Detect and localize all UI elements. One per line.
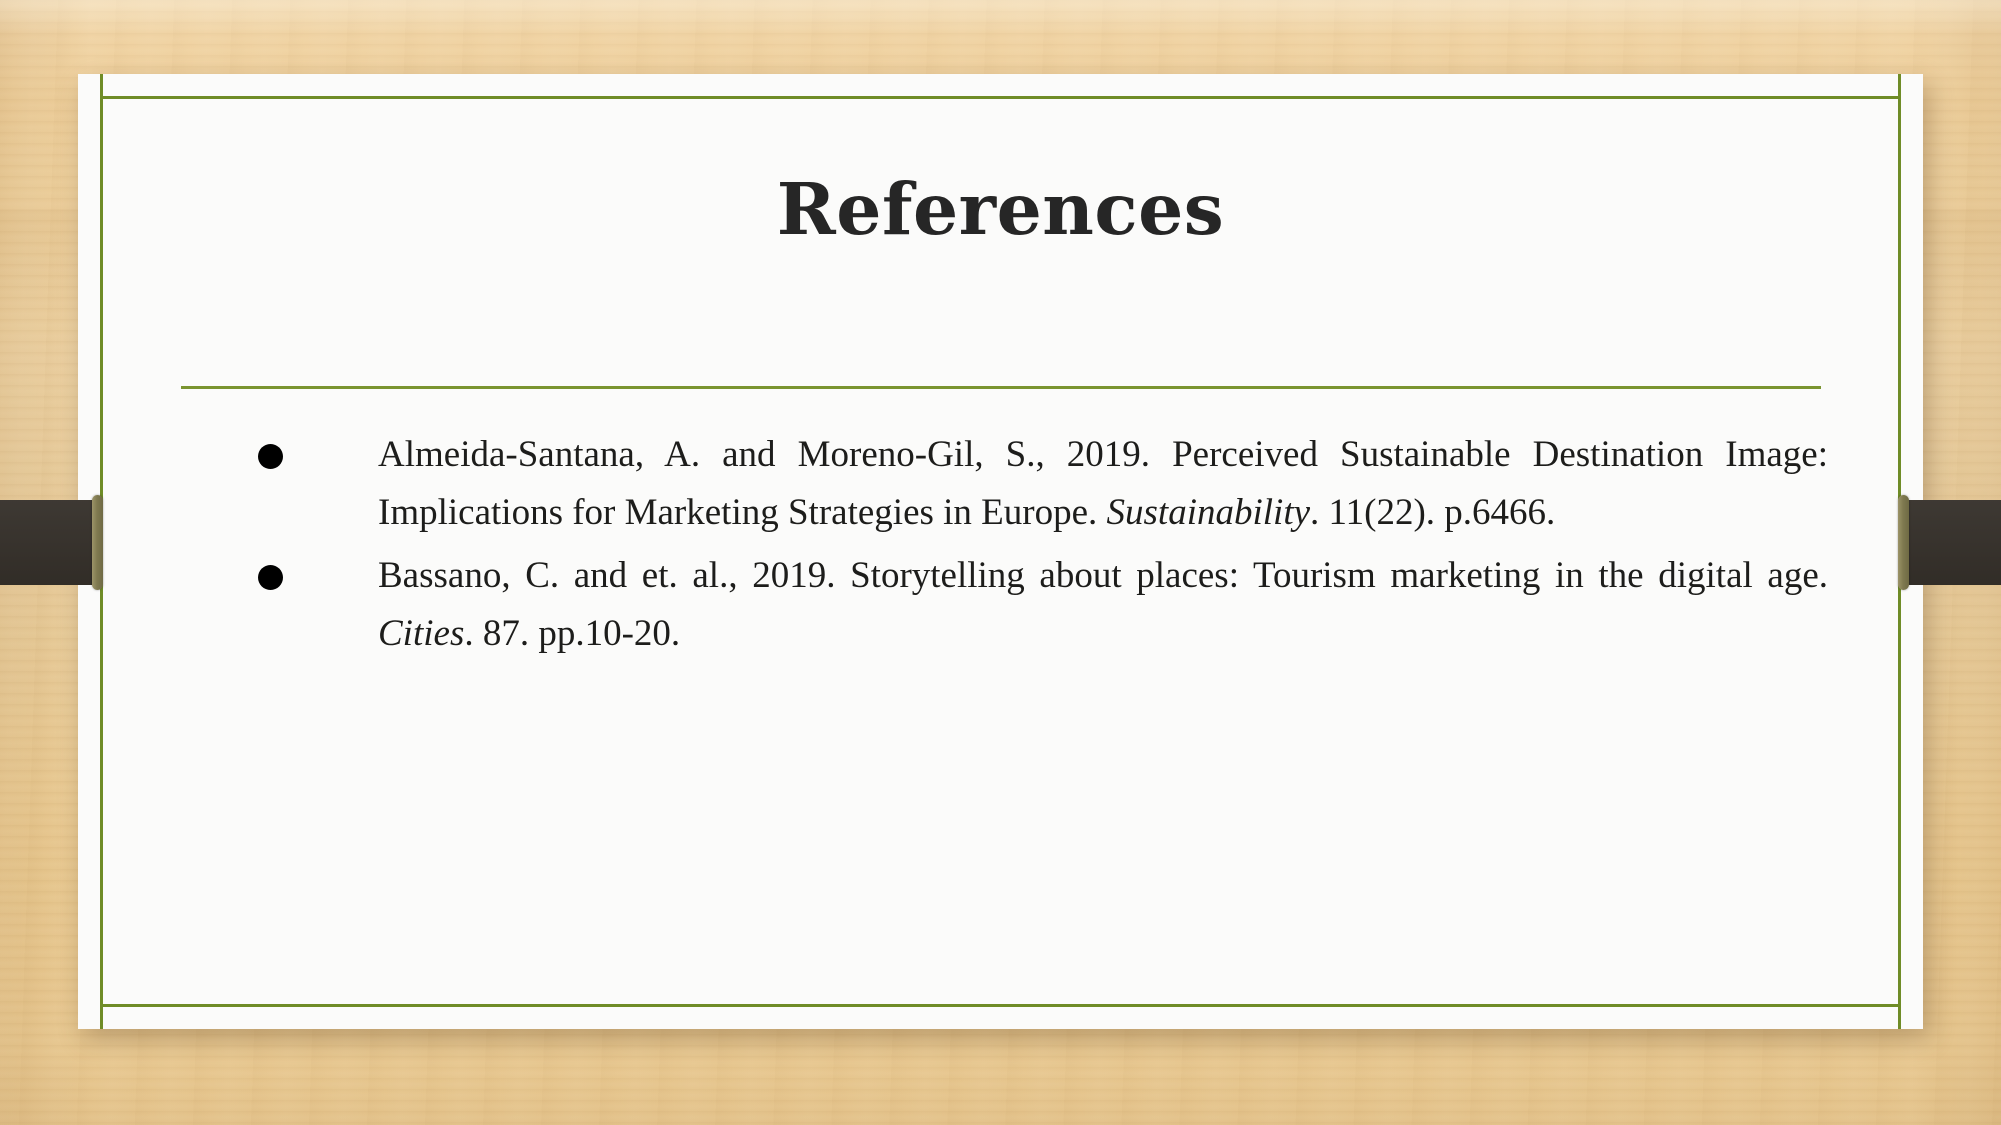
wood-grain-band-bottom bbox=[0, 1055, 2001, 1125]
slide-content: References Almeida-Santana, A. and Moren… bbox=[78, 74, 1923, 1029]
reference-text-part: . 87. pp.10-20. bbox=[464, 613, 681, 655]
reference-journal-title: Sustainability bbox=[1106, 492, 1311, 534]
list-item: Bassano, C. and et. al., 2019. Storytell… bbox=[178, 547, 1828, 664]
bullet-icon bbox=[258, 564, 283, 590]
ribbon-cap-left-icon bbox=[92, 495, 103, 590]
reference-text-part: . 11(22). p.6466. bbox=[1310, 492, 1556, 534]
bullet-icon bbox=[258, 444, 283, 469]
ribbon-tab-left bbox=[0, 495, 103, 590]
wood-grain-highlight-top bbox=[0, 0, 2001, 34]
list-item: Almeida-Santana, A. and Moreno-Gil, S., … bbox=[178, 426, 1828, 543]
reference-text-part: Almeida-Santana, A. and Moreno-Gil, S., … bbox=[378, 434, 1828, 534]
reference-text: Almeida-Santana, A. and Moreno-Gil, S., … bbox=[378, 434, 1828, 533]
ribbon-tab-right bbox=[1898, 495, 2001, 590]
reference-text: Bassano, C. and et. al., 2019. Storytell… bbox=[378, 555, 1828, 654]
title-divider bbox=[181, 386, 1821, 389]
presentation-slide: References Almeida-Santana, A. and Moren… bbox=[0, 0, 2001, 1125]
reference-list: Almeida-Santana, A. and Moreno-Gil, S., … bbox=[178, 426, 1828, 668]
page-title: References bbox=[776, 167, 1225, 251]
reference-journal-title: Cities bbox=[378, 613, 465, 655]
ribbon-cap-right-icon bbox=[1898, 495, 1909, 590]
reference-text-part: Bassano, C. and et. al., 2019. Storytell… bbox=[378, 554, 1828, 596]
slide-card: References Almeida-Santana, A. and Moren… bbox=[78, 74, 1923, 1029]
